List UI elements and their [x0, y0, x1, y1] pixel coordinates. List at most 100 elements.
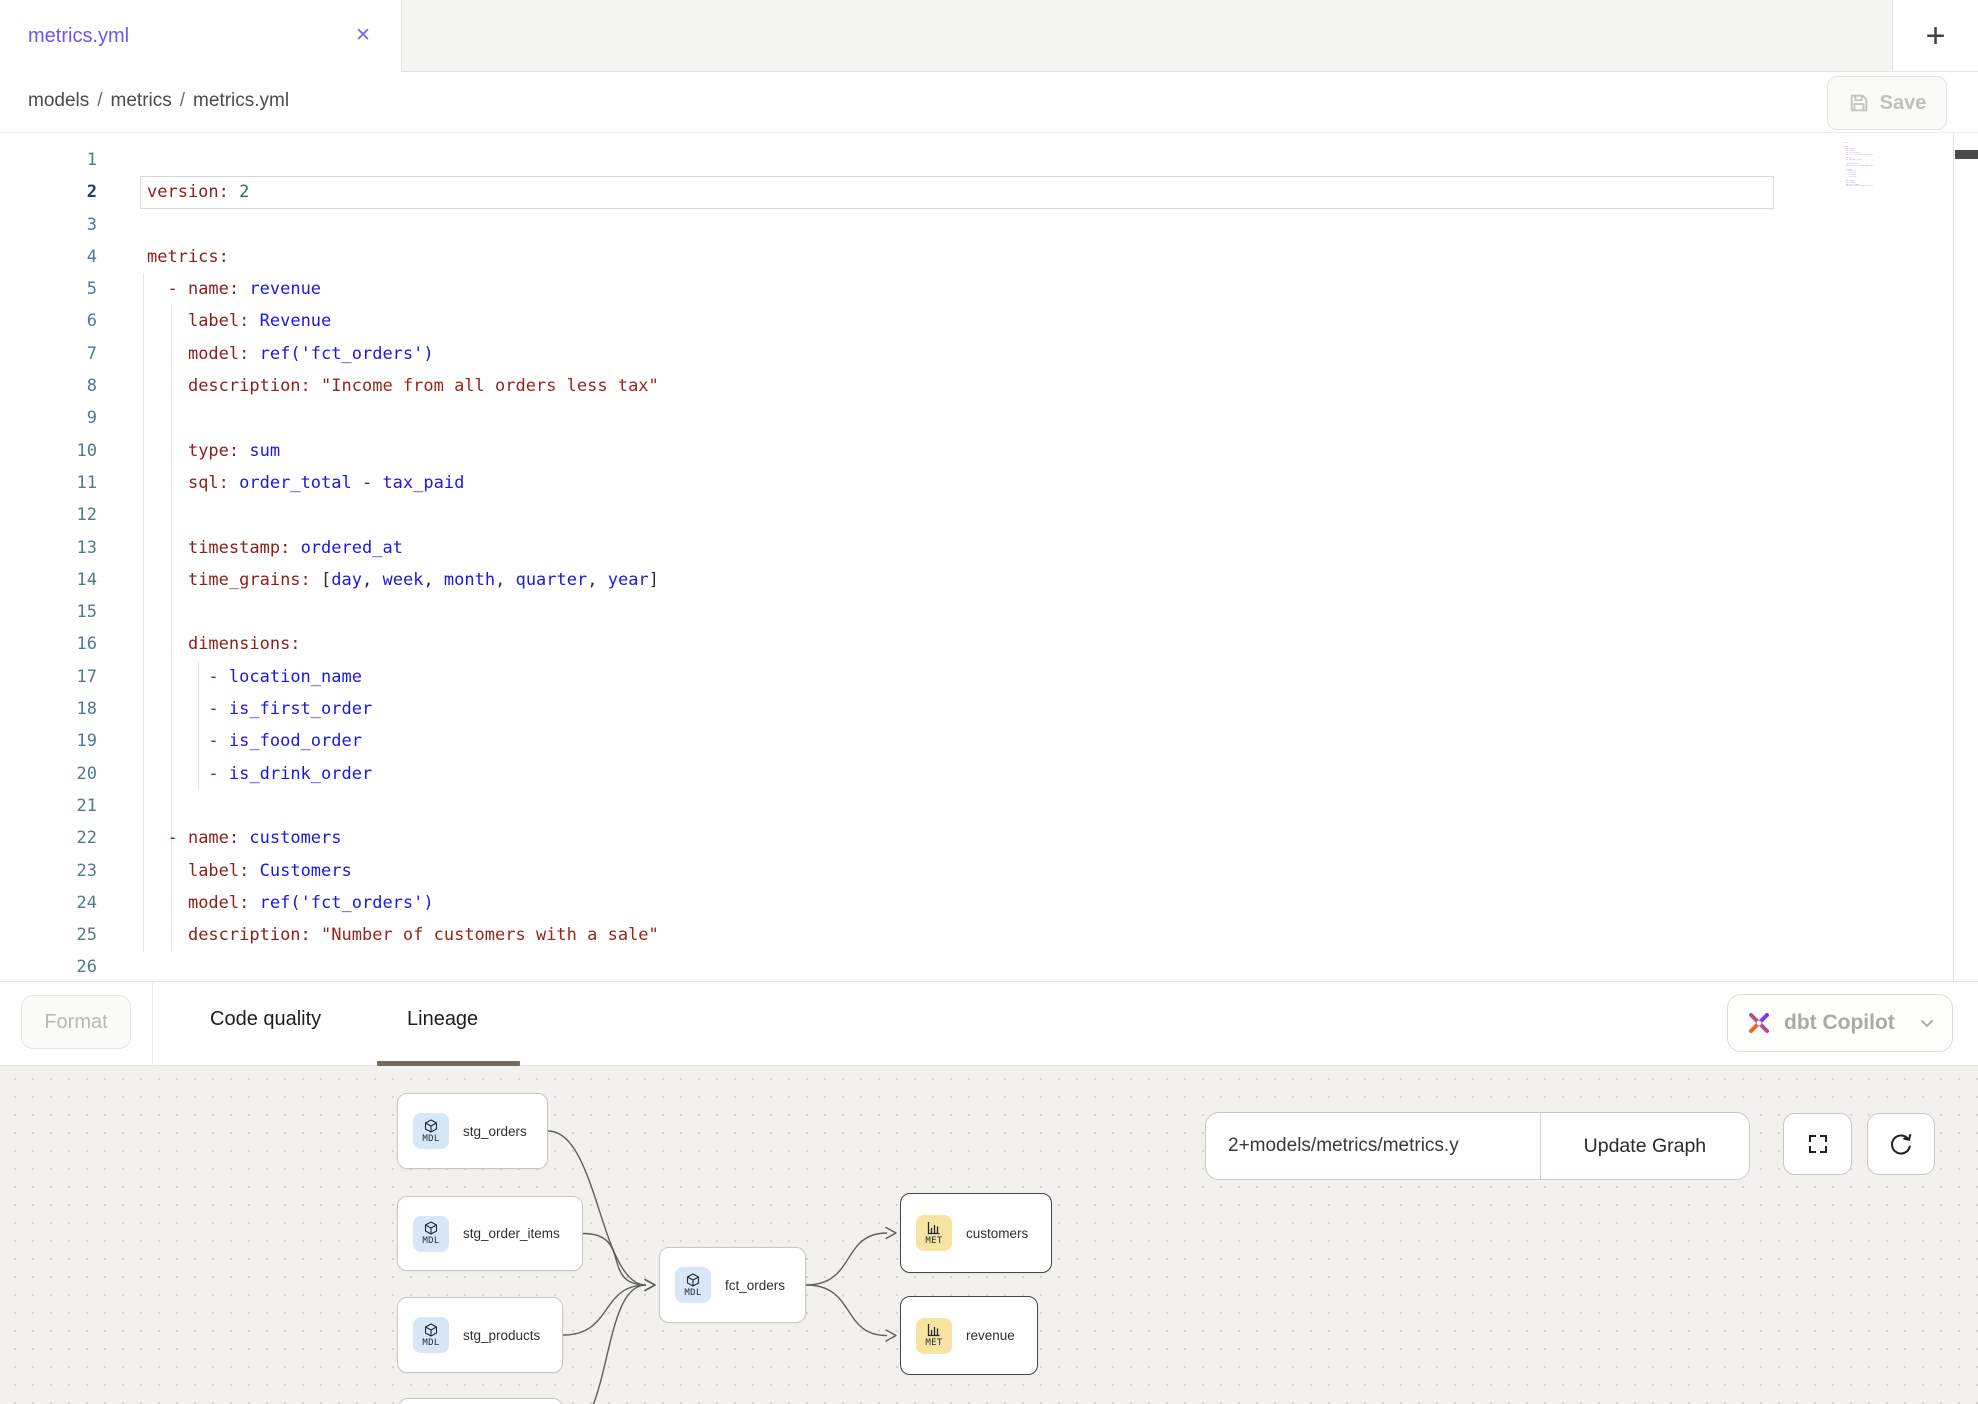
line-number: 11: [0, 467, 97, 499]
close-icon[interactable]: ✕: [355, 26, 371, 45]
breadcrumb-item[interactable]: models: [28, 90, 89, 111]
code-line-13[interactable]: 13 timestamp: ordered_at: [0, 532, 1806, 564]
line-number: 2: [0, 176, 97, 208]
breadcrumb: models/metrics/metrics.yml: [28, 90, 289, 112]
fullscreen-icon: [1806, 1132, 1830, 1156]
line-number: 6: [0, 305, 97, 337]
code-text: - is_food_order: [140, 725, 362, 757]
line-number: 13: [0, 532, 97, 564]
model-cube-icon: [424, 1221, 438, 1235]
chevron-down-icon: [1918, 1014, 1936, 1032]
breadcrumb-item[interactable]: metrics: [111, 90, 172, 111]
code-line-9[interactable]: 9: [0, 402, 1806, 434]
dbt-copilot-button[interactable]: dbt Copilot: [1727, 994, 1953, 1052]
code-line-3[interactable]: 3: [0, 209, 1806, 241]
line-number: 24: [0, 887, 97, 919]
lineage-canvas[interactable]: MDLstg_orders MDL stg_order_items MDL stg_pr…: [0, 1066, 1978, 1404]
lineage-node-revenue[interactable]: MET revenue: [900, 1296, 1038, 1375]
lineage-node-stg_products[interactable]: MDL stg_products: [397, 1297, 563, 1373]
code-text: - is_drink_order: [140, 758, 372, 790]
code-line-23[interactable]: 23 label: Customers: [0, 855, 1806, 887]
lineage-node-stg_orders[interactable]: MDLstg_orders: [397, 1093, 548, 1169]
code-line-5[interactable]: 5 - name: revenue: [0, 273, 1806, 305]
line-number: 21: [0, 790, 97, 822]
code-text: timestamp: ordered_at: [140, 532, 403, 564]
code-text: label: Revenue: [140, 305, 331, 337]
code-line-19[interactable]: 19 - is_food_order: [0, 725, 1806, 757]
breadcrumb-item[interactable]: metrics.yml: [193, 90, 289, 111]
toolbar-divider: [152, 982, 153, 1066]
lineage-node-offscreen[interactable]: [398, 1398, 563, 1404]
dbt-copilot-icon: [1746, 1010, 1772, 1036]
code-line-11[interactable]: 11 sql: order_total - tax_paid: [0, 467, 1806, 499]
update-graph-button[interactable]: Update Graph: [1540, 1113, 1749, 1179]
code-line-1[interactable]: 1: [0, 144, 1806, 176]
code-text: - location_name: [140, 661, 362, 693]
model-badge: MDL: [413, 1317, 449, 1353]
code-line-25[interactable]: 25 description: "Number of customers wit…: [0, 919, 1806, 951]
tab-strip: [402, 0, 1892, 72]
line-number: 25: [0, 919, 97, 951]
code-line-22[interactable]: 22 - name: customers: [0, 822, 1806, 854]
code-line-21[interactable]: 21: [0, 790, 1806, 822]
code-lines: 12 version: 234metrics:5 - name: revenue6…: [0, 144, 1806, 981]
code-line-17[interactable]: 17 - location_name: [0, 661, 1806, 693]
lineage-selector-group: Update Graph: [1205, 1112, 1750, 1180]
node-label: revenue: [966, 1328, 1015, 1343]
tab-code-quality[interactable]: Code quality: [210, 1008, 321, 1031]
node-label: fct_orders: [725, 1278, 785, 1293]
lineage-node-customers[interactable]: METcustomers: [900, 1193, 1052, 1273]
code-line-6[interactable]: 6 label: Revenue: [0, 305, 1806, 337]
model-badge: MDL: [413, 1216, 449, 1252]
lineage-node-fct_orders[interactable]: MDL fct_orders: [659, 1247, 806, 1323]
metric-badge: MET: [916, 1318, 952, 1354]
scrollbar-thumb[interactable]: [1955, 150, 1978, 159]
code-line-2[interactable]: 2 version: 2: [0, 176, 1806, 208]
code-line-12[interactable]: 12: [0, 499, 1806, 531]
refresh-button[interactable]: [1867, 1113, 1935, 1175]
code-text: - is_first_order: [140, 693, 372, 725]
code-text: - name: revenue: [140, 273, 321, 305]
line-number: 9: [0, 402, 97, 434]
code-line-24[interactable]: 24 model: ref('fct_orders'): [0, 887, 1806, 919]
code-text: - name: customers: [140, 822, 342, 854]
lineage-selector-input[interactable]: [1206, 1113, 1540, 1179]
code-line-14[interactable]: 14 time_grains: [day, week, month, quart…: [0, 564, 1806, 596]
save-button[interactable]: Save: [1827, 76, 1947, 130]
format-button[interactable]: Format: [21, 995, 131, 1049]
code-line-16[interactable]: 16 dimensions:: [0, 628, 1806, 660]
code-text: metrics:: [140, 241, 229, 273]
node-label: stg_order_items: [463, 1226, 560, 1241]
code-line-8[interactable]: 8 description: "Income from all orders l…: [0, 370, 1806, 402]
code-line-10[interactable]: 10 type: sum: [0, 435, 1806, 467]
new-tab-button[interactable]: +: [1892, 0, 1978, 72]
code-line-20[interactable]: 20 - is_drink_order: [0, 758, 1806, 790]
line-number: 7: [0, 338, 97, 370]
code-editor[interactable]: 12 version: 234metrics:5 - name: revenue6…: [0, 133, 1978, 981]
model-cube-icon: [686, 1273, 700, 1287]
code-line-18[interactable]: 18 - is_first_order: [0, 693, 1806, 725]
code-text: version: 2: [140, 176, 249, 208]
code-lines: version: 2metrics: - name: revenue label…: [1843, 140, 1901, 189]
tab-lineage[interactable]: Lineage: [407, 1008, 478, 1031]
save-label: Save: [1880, 92, 1927, 115]
code-line-4[interactable]: 4metrics:: [0, 241, 1806, 273]
file-header: models/metrics/metrics.yml Save: [0, 72, 1978, 133]
minimap[interactable]: version: 2metrics: - name: revenue label…: [1843, 140, 1901, 232]
lineage-node-stg_order_items[interactable]: MDL stg_order_items: [397, 1196, 583, 1271]
code-line-7[interactable]: 7 model: ref('fct_orders'): [0, 338, 1806, 370]
code-line-15[interactable]: 15: [0, 596, 1806, 628]
scrollbar-gutter: [1953, 133, 1954, 981]
code-text: dimensions:: [140, 628, 301, 660]
model-badge: MDL: [675, 1267, 711, 1303]
line-number: 20: [0, 758, 97, 790]
metric-badge: MET: [916, 1215, 952, 1251]
breadcrumb-separator: /: [172, 90, 193, 111]
tab-metrics-yml[interactable]: metrics.yml ✕: [0, 0, 402, 72]
code-line-26[interactable]: 26: [0, 951, 1806, 981]
line-number: 22: [0, 822, 97, 854]
node-label: stg_products: [463, 1328, 540, 1343]
model-cube-icon: [424, 1323, 438, 1337]
fullscreen-button[interactable]: [1783, 1113, 1852, 1175]
metric-chart-icon: [927, 1323, 941, 1337]
